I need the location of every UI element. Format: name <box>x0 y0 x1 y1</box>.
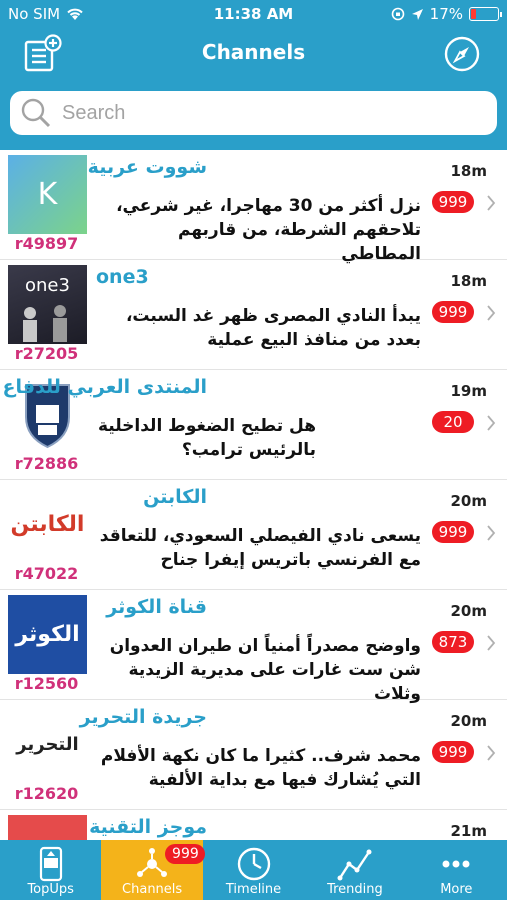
channel-message: واوضح مصدراً أمنياً ان طيران العدوان شن … <box>109 636 421 704</box>
tab-trending[interactable]: Trending <box>304 840 405 900</box>
channel-message: نزل أكثر من 30 مهاجرا، غير شرعي، تلاحقهم… <box>116 196 421 264</box>
battery-fill <box>471 9 476 19</box>
status-bar: No SIM 11:38 AM 17% <box>0 0 507 28</box>
channel-row[interactable]: موجز التقنية 21m <box>0 810 507 840</box>
channel-time: 18m <box>450 272 487 290</box>
search-icon <box>21 98 51 128</box>
channel-row[interactable]: K r49897 شووت عربية 18m نزل أكثر من 30 م… <box>0 150 507 264</box>
avatar: الكوثر <box>8 595 87 674</box>
tab-topups[interactable]: TopUps <box>0 840 101 900</box>
channel-time: 20m <box>450 492 487 510</box>
tab-label: Timeline <box>225 882 282 897</box>
rotation-lock-icon <box>391 7 404 21</box>
avatar-figures-icon <box>23 305 67 342</box>
tab-label: Channels <box>122 882 183 897</box>
avatar-logo-text: one3 <box>25 275 70 296</box>
avatar: K <box>8 155 87 234</box>
channel-name: شووت عربية <box>87 156 207 178</box>
avatar-logo-text: الكابتن <box>10 512 85 537</box>
avatar: one3 <box>8 265 87 344</box>
channel-name: قناة الكوثر <box>106 596 207 618</box>
tab-label: TopUps <box>27 882 74 897</box>
unread-badge: 20 <box>432 411 474 433</box>
channel-id: r49897 <box>14 234 79 253</box>
avatar: الكابتن <box>8 485 87 564</box>
compass-icon[interactable] <box>443 35 481 73</box>
header: No SIM 11:38 AM 17% Channels Search <box>0 0 507 150</box>
search-bar[interactable] <box>10 91 497 135</box>
chevron-right-icon <box>487 745 496 761</box>
channel-message: يبدأ النادي المصرى ظهر غد السبت، بعدد من… <box>125 306 421 350</box>
avatar-letter: K <box>37 177 58 212</box>
channel-time: 20m <box>450 712 487 730</box>
channel-time: 18m <box>450 162 487 180</box>
channel-name: موجز التقنية <box>89 816 207 838</box>
channel-name: جريدة التحرير <box>79 706 207 728</box>
tab-label: Trending <box>327 882 383 897</box>
channel-id: r27205 <box>14 344 79 363</box>
channel-time: 20m <box>450 602 487 620</box>
tab-label: More <box>440 882 473 897</box>
chevron-right-icon <box>487 305 496 321</box>
tab-channels[interactable]: 999 Channels <box>101 840 206 900</box>
tab-bar: TopUps 999 Channels Timeline Trending Mo… <box>0 840 507 900</box>
unread-badge: 999 <box>432 191 474 213</box>
screen: No SIM 11:38 AM 17% Channels Search K r4… <box>0 0 507 900</box>
channel-row[interactable]: الكوثر r12560 قناة الكوثر 20m واوضح مصدر… <box>0 590 507 704</box>
channel-name: one3 <box>96 266 149 288</box>
tab-more[interactable]: More <box>406 840 507 900</box>
channel-name: المنتدى العربي للدفاع <box>2 376 207 398</box>
unread-badge: 999 <box>432 301 474 323</box>
unread-badge: 999 <box>432 741 474 763</box>
channel-row[interactable]: الكابتن r47022 الكابتن 20m يسعى نادي الف… <box>0 480 507 590</box>
channel-time: 19m <box>450 382 487 400</box>
channel-row[interactable]: التحرير r12620 جريدة التحرير 20m محمد شر… <box>0 700 507 810</box>
more-dots-icon <box>442 860 470 868</box>
chevron-right-icon <box>487 195 496 211</box>
channel-id: r72886 <box>14 454 79 473</box>
channel-time: 21m <box>450 822 487 840</box>
unread-badge: 873 <box>432 631 474 653</box>
channel-list: K r49897 شووت عربية 18m نزل أكثر من 30 م… <box>0 150 507 840</box>
chevron-right-icon <box>487 635 496 651</box>
avatar-logo-text: التحرير <box>16 734 79 755</box>
channel-row[interactable]: one3 r27205 one3 18m يبدأ النادي المصرى … <box>0 260 507 370</box>
location-arrow-icon <box>411 8 423 20</box>
channel-id: r12620 <box>14 784 79 803</box>
channel-id: r12560 <box>14 674 79 693</box>
nav-bar: Channels <box>0 28 507 82</box>
channel-message: يسعى نادي الفيصلي السعودي، للتعاقد مع ال… <box>99 526 421 570</box>
tab-badge: 999 <box>165 844 206 864</box>
avatar-logo-text: الكوثر <box>15 622 80 647</box>
battery-icon <box>469 7 502 21</box>
battery-percent: 17% <box>429 5 463 23</box>
avatar: التحرير <box>8 705 87 784</box>
channel-message: هل تطيح الضغوط الداخلية بالرئيس ترامب؟ <box>97 416 316 460</box>
channel-message: محمد شرف.. كثيرا ما كان نكهة الأفلام الت… <box>100 746 421 790</box>
phone-topup-icon <box>39 846 62 882</box>
tab-timeline[interactable]: Timeline <box>203 840 304 900</box>
channel-row[interactable]: r72886 المنتدى العربي للدفاع 19m هل تطيح… <box>0 370 507 480</box>
unread-badge: 999 <box>432 521 474 543</box>
search-input[interactable] <box>62 101 442 125</box>
channel-id: r47022 <box>14 564 79 583</box>
page-title: Channels <box>201 40 306 64</box>
clock-icon <box>237 847 270 881</box>
chevron-right-icon <box>487 525 496 541</box>
status-right: 17% <box>391 5 502 23</box>
channel-name: الكابتن <box>143 486 207 508</box>
trending-chart-icon <box>337 849 372 881</box>
avatar <box>8 815 87 840</box>
chevron-right-icon <box>487 415 496 431</box>
